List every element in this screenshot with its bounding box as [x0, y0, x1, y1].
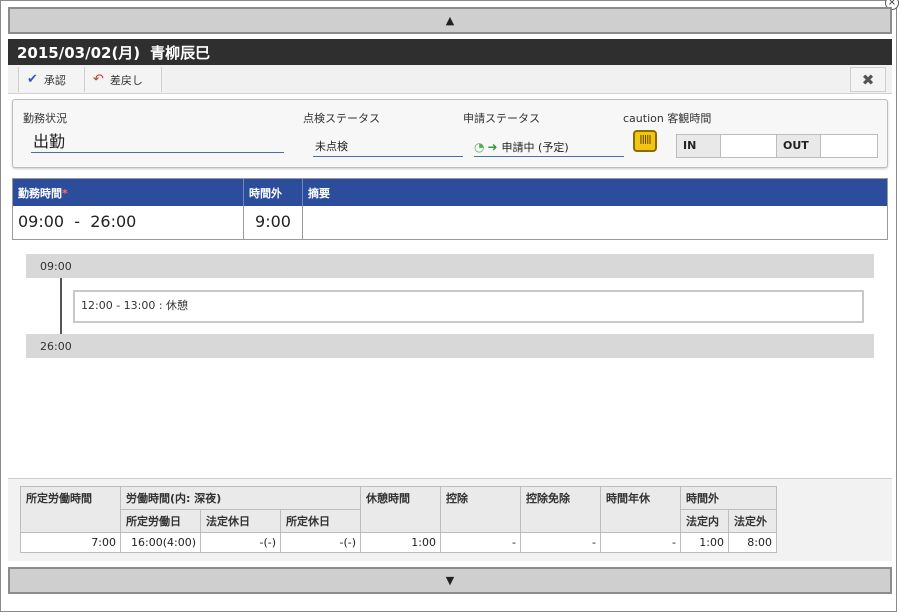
scroll-down-button[interactable]: ▼	[8, 567, 892, 594]
up-arrow-icon: ▲	[445, 14, 455, 27]
timeline-break-item[interactable]: 12:00 - 13:00 : 休憩	[73, 290, 864, 323]
overtime-header: 時間外	[244, 179, 303, 206]
out-label: OUT	[777, 135, 821, 157]
record-header: 2015/03/02(月) 青柳辰巳	[8, 39, 892, 65]
attendance-label: 勤務状況	[23, 112, 67, 125]
scheduled-workday-value: 16:00(4:00)	[120, 532, 201, 553]
status-panel: 勤務状況 出勤 点検ステータス 未点検 申請ステータス ◔ ➜ 申請中 (予定)…	[12, 99, 888, 168]
down-arrow-icon: ▼	[445, 574, 455, 587]
scheduled-holiday-value: -(-)	[280, 532, 361, 553]
timeline-start: 09:00	[26, 254, 874, 278]
legal-holiday-value: -(-)	[200, 532, 281, 553]
required-mark: *	[62, 187, 68, 200]
overtime-summary-header: 時間外	[680, 486, 777, 510]
approve-button[interactable]: ✔ 承認	[18, 67, 85, 92]
time-clock-icon[interactable]: |||||	[633, 130, 657, 152]
summary-value[interactable]	[303, 206, 887, 239]
hourly-leave-header: 時間年休	[600, 486, 681, 533]
inspection-label: 点検ステータス	[303, 112, 380, 125]
legal-within-value: 1:00	[680, 532, 729, 553]
work-time-value[interactable]: 09:00 - 26:00	[13, 206, 244, 239]
application-value-field: ◔ ➜ 申請中 (予定)	[474, 138, 624, 157]
work-time-header: 勤務時間*	[13, 179, 244, 206]
reject-label: 差戻し	[109, 73, 143, 87]
legal-outside-value: 8:00	[728, 532, 777, 553]
objective-time-label: caution 客観時間	[623, 112, 712, 125]
deduction-exempt-header: 控除免除	[520, 486, 601, 533]
checkmark-icon: ✔	[27, 72, 38, 87]
work-time-row[interactable]: 09:00 - 26:00 9:00	[13, 206, 887, 239]
in-label: IN	[677, 135, 721, 157]
work-time-header-label: 勤務時間	[18, 187, 62, 200]
inspection-value: 未点検	[313, 138, 463, 157]
attendance-value: 出勤	[31, 128, 284, 153]
reject-button[interactable]: ↶ 差戻し	[85, 67, 162, 92]
break-hours-value: 1:00	[360, 532, 441, 553]
out-value	[821, 135, 877, 157]
legal-outside-header: 法定外	[728, 509, 777, 533]
timeline-line	[60, 278, 62, 334]
work-hours-header: 労働時間(内: 深夜)	[120, 486, 361, 510]
application-label: 申請ステータス	[463, 112, 540, 125]
legal-holiday-header: 法定休日	[200, 509, 281, 533]
forward-arrow-icon: ➜	[487, 140, 498, 154]
return-arrow-icon: ↶	[93, 72, 104, 87]
scheduled-hours-header: 所定労働時間	[20, 486, 121, 533]
summary-values-row: 7:00 16:00(4:00) -(-) -(-) 1:00 - - - 1:…	[20, 532, 777, 553]
application-value: 申請中 (予定)	[501, 141, 569, 154]
action-toolbar: ✔ 承認 ↶ 差戻し ✖	[8, 65, 892, 94]
summary-header: 摘要	[308, 187, 330, 200]
scheduled-hours-value: 7:00	[20, 532, 121, 553]
approve-label: 承認	[43, 73, 66, 87]
legal-within-header: 法定内	[680, 509, 729, 533]
in-value	[721, 135, 777, 157]
work-time-table-header: 勤務時間* 時間外 摘要	[13, 179, 887, 206]
objective-time-fields: IN OUT	[676, 134, 878, 158]
scheduled-workday-header: 所定労働日	[120, 509, 201, 533]
scroll-up-button[interactable]: ▲	[8, 7, 892, 34]
clock-icon: ◔	[474, 140, 485, 154]
deduction-value: -	[440, 532, 521, 553]
employee-name: 青柳辰巳	[150, 43, 211, 62]
break-hours-header: 休憩時間	[360, 486, 441, 533]
deduction-header: 控除	[440, 486, 521, 533]
scheduled-holiday-header: 所定休日	[280, 509, 361, 533]
overtime-value[interactable]: 9:00	[244, 206, 303, 239]
deduction-exempt-value: -	[520, 532, 601, 553]
close-icon: ✖	[861, 70, 875, 89]
record-date: 2015/03/02(月)	[17, 43, 141, 62]
close-button[interactable]: ✖	[850, 67, 886, 92]
summary-table: 所定労働時間 労働時間(内: 深夜) 休憩時間 控除 控除免除 時間年休 時間外…	[20, 486, 777, 553]
hourly-leave-value: -	[600, 532, 681, 553]
timeline-end: 26:00	[26, 334, 874, 358]
work-time-table: 勤務時間* 時間外 摘要 09:00 - 26:00 9:00	[12, 178, 888, 240]
